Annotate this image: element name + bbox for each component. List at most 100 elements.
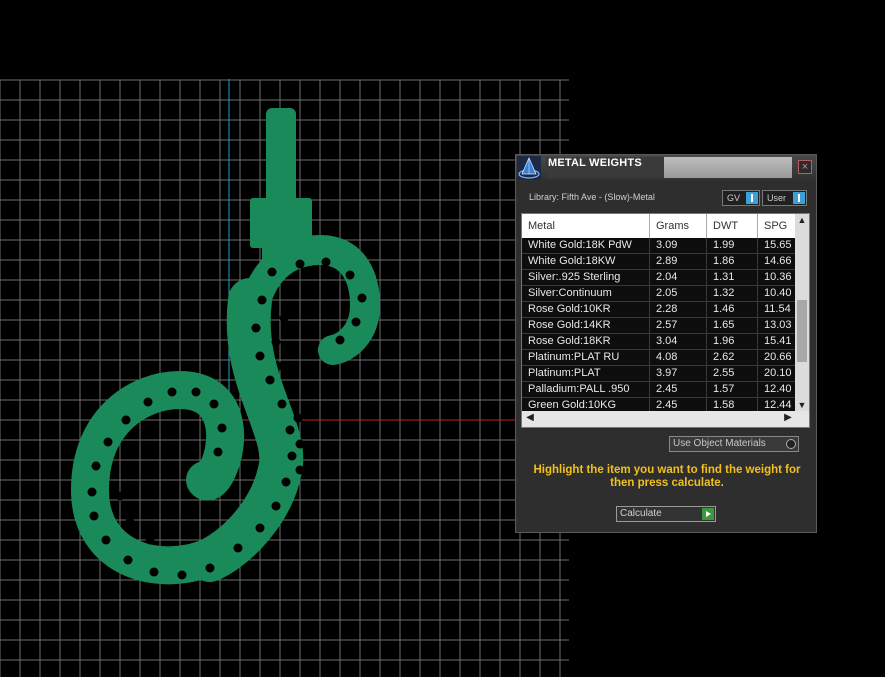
perforation-hole (209, 399, 219, 409)
perforation-hole (335, 335, 345, 345)
cell-grams: 4.08 (650, 350, 707, 365)
perforation-hole (125, 517, 135, 527)
cell-metal: Palladium:PALL .950 (522, 382, 650, 397)
perforation-hole (257, 295, 267, 305)
table-row[interactable]: Platinum:PLAT RU 4.08 2.62 20.66 (522, 350, 795, 366)
perforation-hole (265, 375, 275, 385)
perforation-hole (295, 439, 305, 449)
table-row[interactable]: Rose Gold:14KR 2.57 1.65 13.03 (522, 318, 795, 334)
cell-grams: 2.05 (650, 286, 707, 301)
table-row[interactable]: Silver:Continuum 2.05 1.32 10.40 (522, 286, 795, 302)
perforation-hole (177, 570, 187, 580)
table-row[interactable]: Silver:.925 Sterling 2.04 1.31 10.36 (522, 270, 795, 286)
use-object-materials-button[interactable]: Use Object Materials (669, 436, 799, 452)
cell-grams: 3.09 (650, 238, 707, 253)
cell-dwt: 1.86 (707, 254, 758, 269)
close-button[interactable]: × (798, 160, 812, 174)
bail-top (266, 108, 296, 208)
perforation-hole (287, 451, 297, 461)
cell-dwt: 2.55 (707, 366, 758, 381)
perforation-hole (205, 563, 215, 573)
scroll-down-arrow-icon[interactable]: ▼ (795, 400, 809, 410)
gv-toggle-label: GV (727, 193, 741, 203)
perforation-hole (285, 425, 295, 435)
cell-spg: 10.40 (758, 286, 795, 301)
calculate-label: Calculate (620, 508, 662, 519)
perforation-hole (321, 257, 331, 267)
perforation-hole (277, 399, 287, 409)
perforation-hole (143, 397, 153, 407)
dialog-title: METAL WEIGHTS (546, 157, 664, 178)
cell-dwt: 1.46 (707, 302, 758, 317)
scroll-right-arrow-icon[interactable]: ▶ (780, 412, 796, 423)
column-header-metal[interactable]: Metal (522, 214, 650, 238)
table-row[interactable]: White Gold:18KW 2.89 1.86 14.66 (522, 254, 795, 270)
perforation-hole (123, 555, 133, 565)
column-header-grams[interactable]: Grams (650, 214, 707, 238)
table-row[interactable]: Palladium:PALL .950 2.45 1.57 12.40 (522, 382, 795, 398)
cell-grams: 2.04 (650, 270, 707, 285)
calculate-button[interactable]: Calculate (616, 506, 716, 522)
cell-metal: White Gold:18K PdW (522, 238, 650, 253)
cell-dwt: 1.31 (707, 270, 758, 285)
column-header-spg[interactable]: SPG (758, 214, 795, 238)
cell-spg: 13.03 (758, 318, 795, 333)
perforation-hole (357, 293, 367, 303)
cell-dwt: 2.62 (707, 350, 758, 365)
perforation-hole (213, 447, 223, 457)
cell-metal: Rose Gold:18KR (522, 334, 650, 349)
perforation-hole (89, 511, 99, 521)
perforation-hole (145, 535, 155, 545)
metal-table-body: Metal Grams DWT SPG White Gold:18K PdW 3.… (522, 214, 795, 411)
cell-spg: 15.41 (758, 334, 795, 349)
cell-spg: 14.66 (758, 254, 795, 269)
perforation-hole (121, 415, 131, 425)
gv-toggle-knob-icon (746, 192, 758, 204)
user-toggle-knob-icon (793, 192, 805, 204)
table-row[interactable]: White Gold:18K PdW 3.09 1.99 15.65 (522, 238, 795, 254)
perforation-hole (121, 463, 131, 473)
cell-metal: Rose Gold:14KR (522, 318, 650, 333)
perforation-hole (271, 501, 281, 511)
cell-spg: 10.36 (758, 270, 795, 285)
cell-grams: 2.45 (650, 398, 707, 411)
user-toggle[interactable]: User (762, 190, 807, 206)
perforation-hole (115, 491, 125, 501)
vertical-scroll-thumb[interactable] (797, 300, 807, 362)
perforation-hole (255, 523, 265, 533)
gv-toggle[interactable]: GV (722, 190, 760, 206)
column-header-dwt[interactable]: DWT (707, 214, 758, 238)
titlebar-fill (664, 157, 792, 178)
scroll-left-arrow-icon[interactable]: ◀ (522, 412, 538, 423)
perforation-hole (233, 543, 243, 553)
cell-spg: 12.44 (758, 398, 795, 411)
table-rows: White Gold:18K PdW 3.09 1.99 15.65 White Gol… (522, 238, 795, 411)
perforation-hole (279, 313, 289, 323)
radio-icon (786, 439, 796, 449)
cell-dwt: 1.65 (707, 318, 758, 333)
cell-spg: 15.65 (758, 238, 795, 253)
table-row[interactable]: Rose Gold:18KR 3.04 1.96 15.41 (522, 334, 795, 350)
horizontal-scrollbar[interactable]: ◀ ▶ (522, 411, 809, 427)
perforation-hole (251, 323, 261, 333)
cell-grams: 3.04 (650, 334, 707, 349)
dialog-titlebar[interactable]: METAL WEIGHTS × (516, 155, 816, 181)
cell-dwt: 1.57 (707, 382, 758, 397)
scroll-up-arrow-icon[interactable]: ▲ (795, 215, 809, 225)
vertical-scrollbar[interactable]: ▲ ▼ (795, 214, 809, 411)
table-row[interactable]: Platinum:PLAT 3.97 2.55 20.10 (522, 366, 795, 382)
table-row[interactable]: Green Gold:10KG 2.45 1.58 12.44 (522, 398, 795, 411)
perforation-hole (167, 387, 177, 397)
perforation-hole (101, 535, 111, 545)
jewelry-model[interactable] (70, 108, 381, 585)
perforation-hole (277, 361, 287, 371)
cell-grams: 2.45 (650, 382, 707, 397)
cell-metal: Platinum:PLAT RU (522, 350, 650, 365)
cell-dwt: 1.58 (707, 398, 758, 411)
perforation-hole (91, 461, 101, 471)
perforation-hole (267, 267, 277, 277)
table-row[interactable]: Rose Gold:10KR 2.28 1.46 11.54 (522, 302, 795, 318)
cell-metal: White Gold:18KW (522, 254, 650, 269)
metal-weights-dialog: METAL WEIGHTS × Library: Fifth Ave - (Sl… (515, 154, 817, 533)
cell-spg: 11.54 (758, 302, 795, 317)
